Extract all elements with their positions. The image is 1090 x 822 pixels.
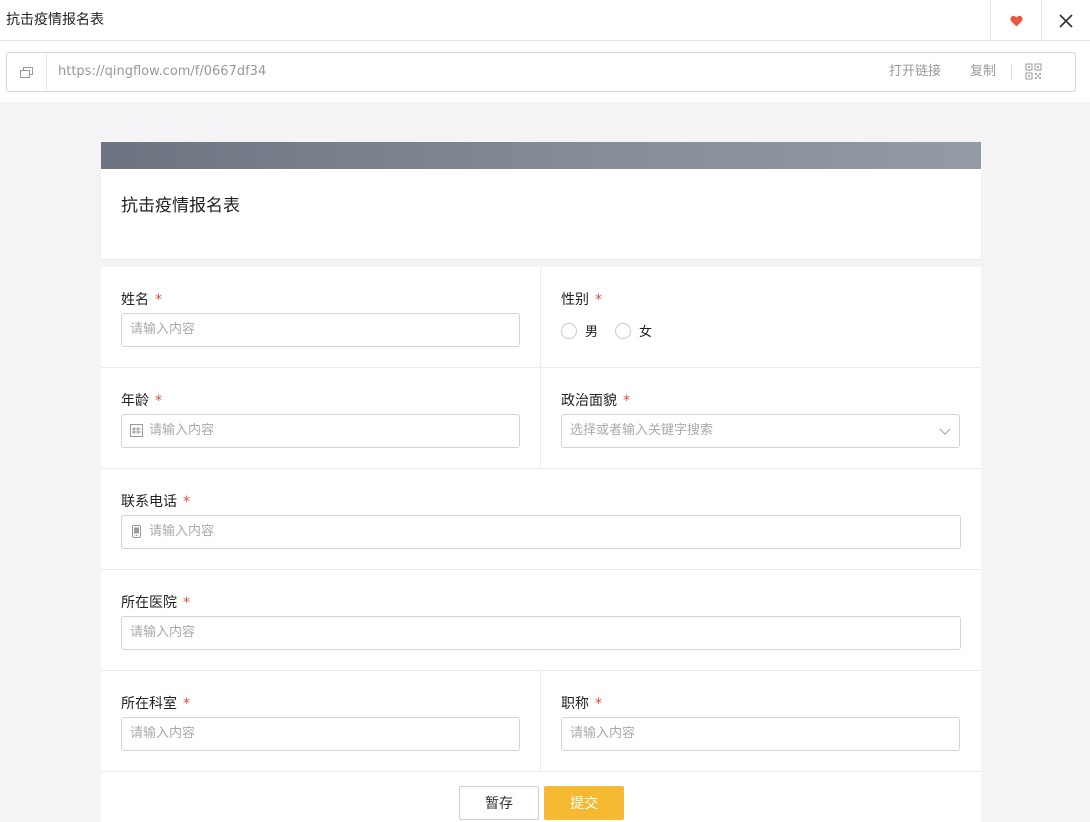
job-title-input[interactable]: 请输入内容: [561, 717, 960, 751]
field-label: 姓名 *: [121, 289, 162, 309]
field-phone: 联系电话 * 请输入内容: [101, 469, 981, 569]
input-placeholder: 请输入内容: [149, 423, 215, 438]
form-header: 抗击疫情报名表: [101, 169, 981, 259]
label-text: 职称: [561, 696, 589, 712]
field-hospital: 所在医院 * 请输入内容: [101, 570, 981, 670]
political-status-select[interactable]: 选择或者输入关键字搜索: [561, 414, 960, 448]
gender-radio-group: 男 女: [561, 321, 669, 340]
form-row: 所在医院 * 请输入内容: [101, 570, 981, 671]
gender-option-male[interactable]: 男: [561, 321, 598, 340]
hospital-input[interactable]: 请输入内容: [121, 616, 961, 650]
field-label: 职称 *: [561, 693, 602, 713]
input-placeholder: 请输入内容: [149, 524, 215, 539]
field-label: 联系电话 *: [121, 491, 190, 511]
radio-circle[interactable]: [615, 322, 632, 339]
label-text: 政治面貌: [561, 393, 617, 409]
form-row: 联系电话 * 请输入内容: [101, 469, 981, 570]
radio-label: 女: [639, 325, 653, 340]
phone-input[interactable]: 请输入内容: [121, 515, 961, 549]
field-label: 所在科室 *: [121, 693, 190, 713]
divider: [1011, 64, 1012, 80]
required-mark: *: [623, 393, 630, 409]
required-mark: *: [183, 696, 190, 712]
department-input[interactable]: 请输入内容: [121, 717, 520, 751]
field-label: 所在医院 *: [121, 592, 190, 612]
field-department: 所在科室 * 请输入内容: [101, 671, 541, 771]
form-row: 姓名 * 请输入内容 性别 * 男 女: [101, 267, 981, 368]
name-input[interactable]: 请输入内容: [121, 313, 520, 347]
save-draft-button[interactable]: 暂存: [459, 786, 539, 820]
label-text: 所在医院: [121, 595, 177, 611]
field-job-title: 职称 * 请输入内容: [541, 671, 981, 771]
close-icon: [1059, 13, 1073, 28]
field-label: 年龄 *: [121, 390, 162, 410]
field-label: 性别 *: [561, 289, 602, 309]
qr-code-icon[interactable]: [1025, 63, 1042, 80]
form-banner: [101, 142, 981, 169]
copy-link-button[interactable]: 复制: [970, 53, 996, 91]
gender-option-female[interactable]: 女: [615, 321, 652, 340]
copy-link-icon: [20, 66, 33, 78]
field-age: 年龄 * 请输入内容: [101, 368, 541, 468]
form-row: 年龄 * 请输入内容 政治面貌 * 选择或者输入关键字搜索: [101, 368, 981, 469]
label-text: 姓名: [121, 292, 149, 308]
form-body: 姓名 * 请输入内容 性别 * 男 女 年龄 * 请输入内容 政治面貌 * 选择…: [101, 267, 981, 822]
field-gender: 性别 * 男 女: [541, 267, 981, 367]
field-political-status: 政治面貌 * 选择或者输入关键字搜索: [541, 368, 981, 468]
form-footer: 暂存 提交: [101, 772, 981, 822]
radio-label: 男: [585, 325, 599, 340]
form-row: 所在科室 * 请输入内容 职称 * 请输入内容: [101, 671, 981, 772]
phone-icon: [132, 525, 141, 538]
copy-link-icon-box: [7, 53, 47, 91]
share-link-bar: https://qingflow.com/f/0667df34 打开链接 复制: [6, 52, 1076, 92]
select-placeholder: 选择或者输入关键字搜索: [570, 423, 714, 438]
window-title: 抗击疫情报名表: [6, 12, 104, 28]
required-mark: *: [155, 393, 162, 409]
label-text: 联系电话: [121, 494, 177, 510]
age-input[interactable]: 请输入内容: [121, 414, 520, 448]
input-placeholder: 请输入内容: [570, 726, 636, 741]
label-text: 所在科室: [121, 696, 177, 712]
input-placeholder: 请输入内容: [130, 625, 196, 640]
submit-button[interactable]: 提交: [544, 786, 624, 820]
share-url[interactable]: https://qingflow.com/f/0667df34: [58, 53, 266, 91]
field-label: 政治面貌 *: [561, 390, 630, 410]
open-link-button[interactable]: 打开链接: [889, 53, 941, 91]
required-mark: *: [595, 696, 602, 712]
radio-circle[interactable]: [561, 322, 577, 339]
favorite-button[interactable]: [990, 0, 1041, 41]
share-link-section: https://qingflow.com/f/0667df34 打开链接 复制: [0, 41, 1090, 102]
required-mark: *: [155, 292, 162, 308]
chevron-down-icon[interactable]: [939, 425, 951, 437]
field-name: 姓名 * 请输入内容: [101, 267, 541, 367]
required-mark: *: [183, 595, 190, 611]
number-icon: [130, 424, 143, 437]
label-text: 年龄: [121, 393, 149, 409]
window-titlebar: 抗击疫情报名表: [0, 0, 1090, 41]
required-mark: *: [595, 292, 602, 308]
input-placeholder: 请输入内容: [130, 726, 196, 741]
label-text: 性别: [561, 292, 589, 308]
heart-icon: [1009, 15, 1023, 26]
form-title: 抗击疫情报名表: [121, 196, 240, 216]
required-mark: *: [183, 494, 190, 510]
close-button[interactable]: [1041, 0, 1090, 41]
input-placeholder: 请输入内容: [130, 322, 196, 337]
